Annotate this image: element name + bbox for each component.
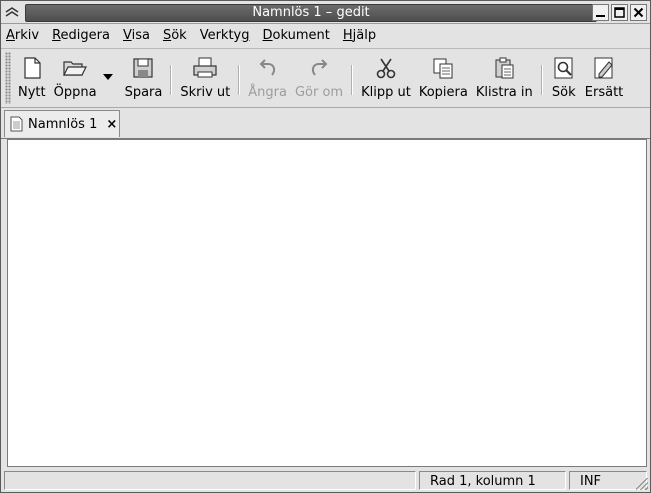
floppy-disk-icon <box>130 55 156 81</box>
new-document-icon <box>19 55 45 81</box>
save-button[interactable]: Spara <box>121 49 167 101</box>
open-button[interactable]: Öppna <box>50 49 101 101</box>
new-button[interactable]: Nytt <box>14 49 50 101</box>
search-icon <box>551 55 577 81</box>
scissors-icon <box>373 55 399 81</box>
redo-button-label: Gör om <box>294 85 344 100</box>
document-tab-bar: Namnlös 1 × <box>1 108 650 139</box>
close-button[interactable] <box>630 4 647 21</box>
undo-icon <box>255 55 281 81</box>
toolbar-grip-handle[interactable] <box>5 52 11 104</box>
print-button[interactable]: Skriv ut <box>176 49 234 101</box>
undo-button[interactable]: Ångra <box>244 49 291 101</box>
tab-close-button[interactable]: × <box>106 117 117 132</box>
cursor-position: Rad 1, kolumn 1 <box>419 470 566 490</box>
copy-button[interactable]: Kopiera <box>415 49 472 101</box>
toolbar: Nytt Öppna Spara Skriv ut Ångra Gör om K… <box>1 49 650 108</box>
paste-button-label: Klistra in <box>475 85 533 100</box>
tab-label: Namnlös 1 <box>28 116 98 132</box>
toolbar-separator <box>238 65 241 95</box>
menu-hjalp[interactable]: Hjälp <box>338 24 384 48</box>
replace-icon <box>591 55 617 81</box>
save-button-label: Spara <box>124 85 163 100</box>
redo-button[interactable]: Gör om <box>291 49 347 101</box>
undo-button-label: Ångra <box>248 85 287 100</box>
copy-icon <box>430 55 456 81</box>
toolbar-separator <box>351 65 354 95</box>
cut-button-label: Klipp ut <box>361 85 411 100</box>
status-message <box>4 470 416 490</box>
redo-icon <box>306 55 332 81</box>
open-button-label: Öppna <box>53 85 97 100</box>
menu-arkiv[interactable]: Arkiv <box>1 24 47 48</box>
menu-dokument[interactable]: Dokument <box>258 24 338 48</box>
text-editor-area[interactable] <box>7 139 647 467</box>
toolbar-separator <box>540 65 543 95</box>
dropdown-arrow-icon <box>102 74 113 80</box>
menu-verktyg[interactable]: Verktyg <box>195 24 258 48</box>
minimize-button[interactable] <box>592 4 609 21</box>
find-button[interactable]: Sök <box>547 49 581 101</box>
window-menu-icon <box>5 6 19 17</box>
status-bar: Rad 1, kolumn 1 INF <box>1 468 650 492</box>
print-button-label: Skriv ut <box>180 85 231 100</box>
window-title: Namnlös 1 – gedit <box>25 4 597 22</box>
menu-sok[interactable]: Sök <box>158 24 195 48</box>
maximize-icon <box>614 7 625 18</box>
tab-namnlos-1[interactable]: Namnlös 1 × <box>4 110 120 137</box>
clipboard-paste-icon <box>491 55 517 81</box>
menu-visa[interactable]: Visa <box>118 24 158 48</box>
replace-button[interactable]: Ersätt <box>581 49 628 101</box>
title-bar[interactable]: Namnlös 1 – gedit <box>1 1 650 24</box>
gedit-window: Namnlös 1 – gedit Arkiv Redigera Visa Sö… <box>0 0 651 493</box>
cut-button[interactable]: Klipp ut <box>357 49 415 101</box>
replace-button-label: Ersätt <box>584 85 624 100</box>
menu-redigera[interactable]: Redigera <box>47 24 118 48</box>
document-icon <box>10 116 23 132</box>
toolbar-separator <box>170 65 173 95</box>
menu-bar: Arkiv Redigera Visa Sök Verktyg Dokument… <box>1 24 650 49</box>
window-menu-button[interactable] <box>3 3 21 20</box>
folder-open-icon <box>62 55 88 81</box>
maximize-button[interactable] <box>611 4 628 21</box>
resize-grip-handle[interactable] <box>636 478 648 490</box>
open-recent-dropdown[interactable] <box>101 51 115 103</box>
paste-button[interactable]: Klistra in <box>472 49 537 101</box>
find-button-label: Sök <box>551 85 576 100</box>
printer-icon <box>192 55 218 81</box>
copy-button-label: Kopiera <box>418 85 468 100</box>
close-icon <box>633 7 644 18</box>
new-button-label: Nytt <box>18 85 46 100</box>
minimize-icon <box>596 15 605 17</box>
